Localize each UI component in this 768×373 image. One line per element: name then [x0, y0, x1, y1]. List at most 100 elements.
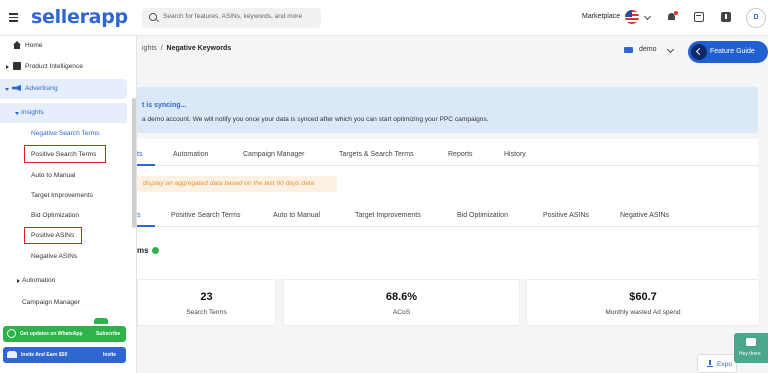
whatsapp-text: Get updates on WhatsApp [20, 331, 83, 337]
tab-history[interactable]: History [504, 151, 526, 158]
stat-card-acos: 68.6% ACoS [283, 279, 520, 326]
sidebar-item-label: Target Improvements [31, 192, 93, 199]
notification-bell-icon[interactable] [667, 11, 678, 22]
sellerapp-logo[interactable]: sellerapp [31, 6, 128, 28]
active-tab-indicator [137, 225, 155, 227]
top-bar: sellerapp Search for features, ASINs, ke… [0, 0, 768, 36]
sync-banner: t is syncing... a demo account. We will … [137, 87, 758, 133]
sidebar-item-label: Product Intelligence [25, 63, 83, 70]
sync-text: a demo account. We will notify you once … [142, 116, 489, 123]
caret-down-icon [5, 88, 9, 91]
highlight-box [24, 227, 82, 244]
page-title: Negative Keywords [166, 45, 232, 52]
sidebar: Home Product Intelligence Advertising In… [0, 36, 137, 373]
sidebar-item-campaign-manager[interactable]: Campaign Manager [0, 293, 127, 313]
divider [137, 165, 758, 166]
section-title: ms [137, 246, 149, 255]
export-button[interactable]: Expo [697, 354, 737, 373]
whatsapp-icon [7, 329, 16, 338]
whatsapp-subscribe-banner[interactable]: Get updates on WhatsApp Subscribe [3, 326, 126, 342]
data-notice: display an aggregated data based on the … [137, 176, 337, 192]
sidebar-item-negative-search-terms[interactable]: Negative Search Terms [0, 124, 127, 144]
sidebar-item-label: Advertising [25, 85, 58, 92]
tab-auto-to-manual[interactable]: Auto to Manual [273, 212, 320, 219]
tab-positive-asins[interactable]: Positive ASINs [543, 212, 589, 219]
stat-value: $60.7 [629, 291, 657, 303]
tab-negative-asins[interactable]: Negative ASINs [620, 212, 669, 219]
sidebar-item-negative-asins[interactable]: Negative ASINs [0, 247, 127, 267]
sidebar-item-insights[interactable]: Insights [0, 103, 127, 123]
tab-positive-search-terms[interactable]: Positive Search Terms [171, 212, 241, 219]
megaphone-icon [12, 85, 21, 91]
breadcrumb-parent[interactable]: ights [142, 45, 157, 52]
download-icon [707, 360, 713, 367]
sidebar-scrollbar[interactable] [132, 98, 136, 228]
tab-target-improvements[interactable]: Target Improvements [355, 212, 421, 219]
user-avatar[interactable]: D [746, 8, 766, 28]
feedback-icon[interactable] [721, 12, 731, 22]
sidebar-item-advertising[interactable]: Advertising [0, 79, 127, 99]
account-icon [624, 47, 633, 53]
sidebar-item-automation[interactable]: Automation [0, 271, 127, 291]
caret-down-icon [15, 112, 19, 115]
caret-right-icon [6, 65, 9, 69]
tab-negative-search-terms[interactable]: s [137, 212, 141, 219]
sync-title: t is syncing... [142, 102, 187, 109]
notice-text: display an aggregated data based on the … [143, 180, 315, 187]
search-placeholder: Search for features, ASINs, keywords, an… [163, 13, 303, 20]
account-name[interactable]: demo [639, 46, 657, 53]
tab-targets-search-terms[interactable]: Targets & Search Terms [339, 151, 414, 158]
sidebar-item-product-intelligence[interactable]: Product Intelligence [0, 57, 127, 77]
sidebar-item-target-improvements[interactable]: Target Improvements [0, 186, 127, 206]
highlight-box [24, 145, 106, 163]
marketplace-label: Marketplace [582, 13, 621, 20]
active-tab-indicator [137, 164, 155, 166]
sidebar-item-label: Negative Search Terms [31, 130, 100, 137]
sidebar-item-label: Campaign Manager [22, 299, 80, 306]
home-icon [13, 41, 21, 49]
sidebar-item-label: Home [25, 42, 43, 49]
tab-bid-optimization[interactable]: Bid Optimization [457, 212, 508, 219]
invite-text: Invite And Earn $50 [21, 352, 68, 358]
tab-automation[interactable]: Automation [173, 151, 208, 158]
sidebar-item-label: Auto to Manual [31, 172, 76, 179]
tab-insights[interactable]: ts [137, 151, 142, 158]
divider [137, 226, 758, 227]
calendar-icon[interactable] [694, 12, 704, 22]
stat-label: ACoS [392, 309, 411, 316]
sidebar-item-auto-to-manual[interactable]: Auto to Manual [0, 166, 127, 186]
stat-card-search-terms: 23 Search Terms [137, 279, 276, 326]
stat-label: Search Terms [186, 309, 227, 316]
stat-value: 23 [200, 291, 213, 303]
caret-right-icon [17, 279, 20, 283]
sidebar-item-label: Bid Optimization [31, 212, 80, 219]
product-intelligence-icon [13, 62, 21, 70]
search-icon [149, 13, 157, 21]
menu-icon[interactable] [9, 13, 18, 22]
invite-banner[interactable]: Invite And Earn $50 Invite [3, 347, 126, 363]
sidebar-item-label: Insights [21, 109, 44, 116]
search-input[interactable]: Search for features, ASINs, keywords, an… [142, 8, 321, 28]
stat-card-wasted-spend: $60.7 Monthly wasted Ad spend [526, 279, 760, 326]
sidebar-item-bid-optimization[interactable]: Bid Optimization [0, 206, 127, 226]
breadcrumb: ights / Negative Keywords [142, 45, 231, 52]
insights-card [137, 139, 758, 279]
sidebar-item-home[interactable]: Home [0, 36, 127, 56]
us-flag-icon[interactable] [625, 10, 639, 24]
users-icon [7, 351, 17, 358]
tab-reports[interactable]: Reports [448, 151, 473, 158]
chevron-down-icon[interactable] [666, 45, 675, 54]
feature-guide-button[interactable]: Feature Guide [688, 41, 768, 63]
stat-value: 68.6% [385, 291, 418, 303]
subscribe-button[interactable]: Subscribe [96, 331, 120, 337]
tab-campaign-manager[interactable]: Campaign Manager [243, 151, 304, 158]
chevron-down-icon[interactable] [643, 12, 652, 21]
sidebar-item-label: Automation [22, 277, 56, 284]
invite-button[interactable]: Invite [103, 352, 116, 358]
stat-label: Monthly wasted Ad spend [605, 309, 681, 316]
feature-guide-label: Feature Guide [710, 48, 755, 55]
info-icon[interactable] [152, 247, 159, 254]
breadcrumb-separator: / [160, 45, 163, 52]
chat-widget[interactable]: Hey there [734, 333, 768, 363]
export-label: Expo [717, 361, 733, 368]
